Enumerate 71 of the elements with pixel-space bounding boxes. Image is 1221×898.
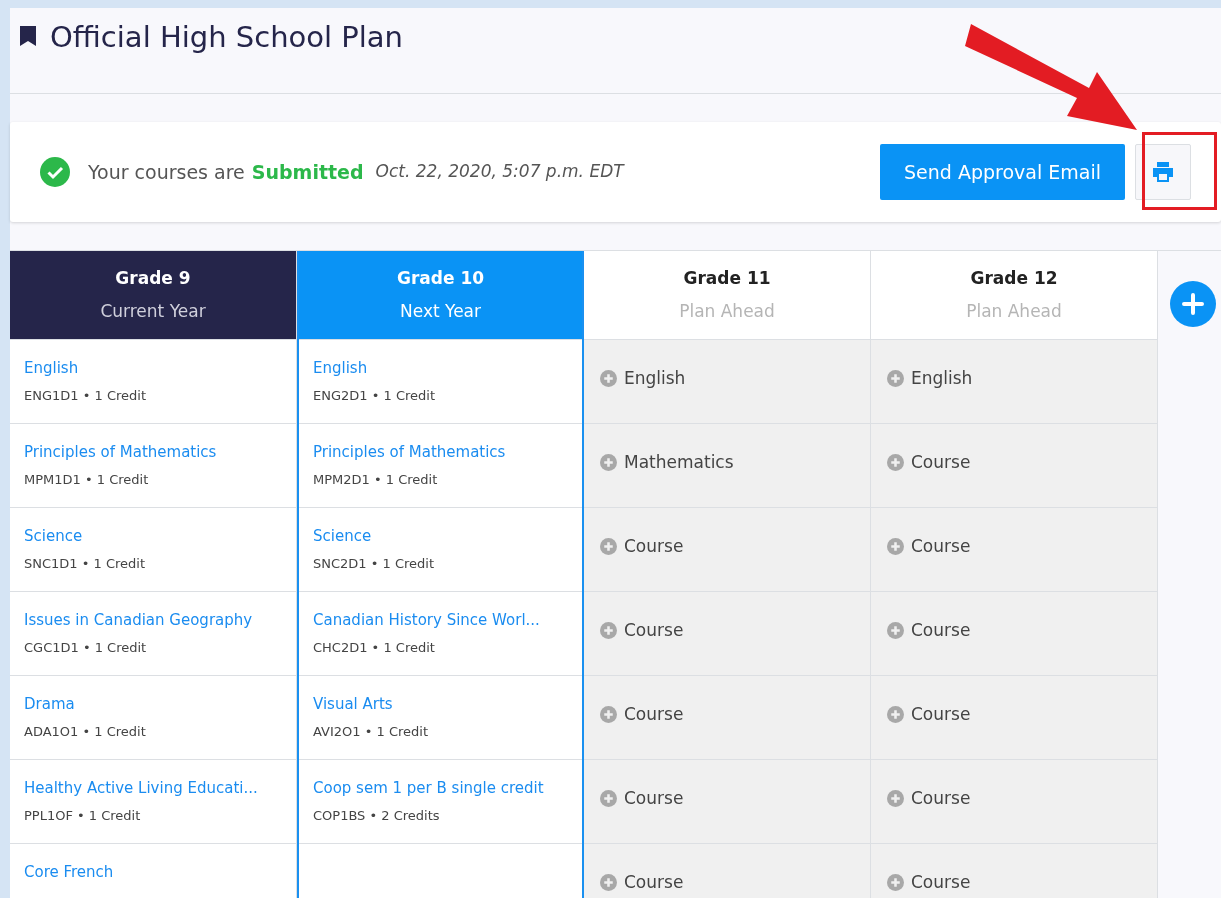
course-link[interactable]: English xyxy=(24,357,282,380)
plus-circle-icon xyxy=(887,622,904,640)
course-code: AVI2O1 • 1 Credit xyxy=(313,722,429,741)
course-link[interactable]: Principles of Mathematics xyxy=(24,441,282,464)
plus-circle-icon xyxy=(887,370,904,388)
grade-subtitle: Plan Ahead xyxy=(966,300,1062,323)
add-course-button[interactable]: Mathematics xyxy=(600,450,734,476)
course-code: ENG1D1 • 1 Credit xyxy=(24,386,147,405)
plus-circle-icon xyxy=(887,706,904,724)
add-course-button[interactable]: Course xyxy=(887,618,971,644)
grade-subtitle: Next Year xyxy=(400,300,481,323)
grade-title: Grade 10 xyxy=(396,266,485,290)
add-course-button[interactable]: Course xyxy=(600,702,684,728)
course-link[interactable]: Drama xyxy=(24,693,282,716)
course-code: SNC1D1 • 1 Credit xyxy=(24,554,147,573)
add-course-button[interactable]: Course xyxy=(600,786,684,812)
plus-circle-icon xyxy=(887,454,904,472)
grade-title: Grade 9 xyxy=(115,266,191,290)
course-code: CGC1D1 • 1 Credit xyxy=(24,638,148,657)
course-code: COP1BS • 2 Credits xyxy=(313,806,441,825)
course-code: PPL1OF • 1 Credit xyxy=(24,806,142,825)
submitted-timestamp: Oct. 22, 2020, 5:07 p.m. EDT xyxy=(375,160,624,184)
add-course-button[interactable]: Course xyxy=(887,450,971,476)
status-label: Submitted xyxy=(251,159,364,185)
add-course-button[interactable]: Course xyxy=(600,870,684,896)
add-column-button[interactable] xyxy=(1170,281,1216,327)
grade-title: Grade 11 xyxy=(683,266,771,290)
plus-circle-icon xyxy=(600,622,617,640)
course-link[interactable]: Principles of Mathematics xyxy=(313,441,568,464)
add-course-button[interactable]: Course xyxy=(887,786,971,812)
plus-circle-icon xyxy=(887,538,904,556)
course-link[interactable]: Healthy Active Living Educati... xyxy=(24,777,282,800)
plus-circle-icon xyxy=(600,454,617,472)
course-code: MPM1D1 • 1 Credit xyxy=(24,470,150,489)
plus-circle-icon xyxy=(887,790,904,808)
add-course-button[interactable]: English xyxy=(600,366,686,392)
course-link[interactable]: Visual Arts xyxy=(313,693,568,716)
course-code: CHC2D1 • 1 Credit xyxy=(313,638,436,657)
course-link[interactable]: Science xyxy=(313,525,568,548)
grade-subtitle: Current Year xyxy=(100,300,206,323)
plus-circle-icon xyxy=(600,706,617,724)
plus-circle-icon xyxy=(600,874,617,892)
add-course-button[interactable]: Course xyxy=(887,534,971,560)
grade-title: Grade 12 xyxy=(970,266,1058,290)
course-link[interactable]: Core French xyxy=(24,861,282,884)
add-course-button[interactable]: Course xyxy=(600,618,684,644)
course-code: ENG2D1 • 1 Credit xyxy=(313,386,436,405)
printer-icon xyxy=(1152,162,1174,182)
plus-circle-icon xyxy=(600,370,617,388)
course-link[interactable]: Canadian History Since Worl... xyxy=(313,609,568,632)
course-link[interactable]: Coop sem 1 per B single credit xyxy=(313,777,568,800)
plus-circle-icon xyxy=(600,790,617,808)
plus-circle-icon xyxy=(600,538,617,556)
grade-subtitle: Plan Ahead xyxy=(679,300,775,323)
course-link[interactable]: Science xyxy=(24,525,282,548)
add-course-button[interactable]: Course xyxy=(600,534,684,560)
course-link[interactable]: Issues in Canadian Geography xyxy=(24,609,282,632)
bookmark-icon xyxy=(20,26,36,46)
add-course-button[interactable]: English xyxy=(887,366,973,392)
add-course-button[interactable]: Course xyxy=(887,702,971,728)
page-title: Official High School Plan xyxy=(50,19,403,56)
course-code: MPM2D1 • 1 Credit xyxy=(313,470,439,489)
course-link[interactable]: English xyxy=(313,357,568,380)
check-circle-icon xyxy=(40,157,70,187)
add-course-button[interactable]: Course xyxy=(887,870,971,896)
course-code: SNC2D1 • 1 Credit xyxy=(313,554,436,573)
plus-icon xyxy=(1182,293,1204,315)
status-text: Your courses are xyxy=(88,159,245,185)
course-code: ADA1O1 • 1 Credit xyxy=(24,722,147,741)
print-button[interactable] xyxy=(1135,144,1191,200)
plus-circle-icon xyxy=(887,874,904,892)
